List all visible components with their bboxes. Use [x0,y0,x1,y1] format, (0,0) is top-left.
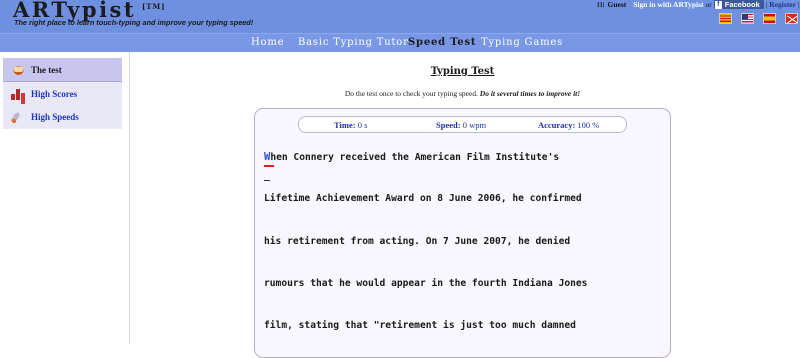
intro-plain: Do the test once to check your typing sp… [344,89,478,98]
typing-line: rumours that he would appear in the four… [264,278,588,289]
facebook-icon: f [714,0,722,9]
facebook-login-button[interactable]: f Facebook [713,0,764,9]
time-value: 0 s [357,120,368,130]
typing-line: When Connery received the American Film … [264,151,559,163]
page-title: Typing Test [430,66,495,77]
site-tagline: The right place to learn touch-typing an… [14,18,254,27]
sidebar-item-label: High Speeds [31,112,79,122]
time-stat: Time: 0 s [334,120,367,130]
nav-speed-test[interactable]: Speed Test [408,37,476,48]
text-caret [264,180,270,181]
facebook-label: Facebook [724,0,760,9]
current-char-underline [264,165,274,167]
nav-basic-typing-tutor[interactable]: Basic Typing Tutor [298,37,409,48]
intro-emphasis: Do it several times to improve it! [479,89,581,98]
typing-line: his retirement from acting. On 7 June 20… [264,236,571,247]
us-flag-icon[interactable] [741,13,754,24]
catalan-flag-icon[interactable] [719,13,732,24]
trademark-mark: [TM] [142,2,166,11]
separator: | [765,0,768,9]
nav-home[interactable]: Home [251,37,284,48]
typing-line: Lifetime Achievement Award on 8 June 200… [264,193,582,204]
accuracy-value: 100 % [577,120,600,130]
or-text: or [705,0,712,9]
speed-stat: Speed: 0 wpm [436,120,486,130]
speed-value: 0 wpm [462,120,487,130]
language-flags [719,13,798,24]
register-link[interactable]: Register [769,0,796,9]
spain-flag-icon[interactable] [763,13,776,24]
sidebar-item-high-speeds[interactable]: High Speeds [3,105,122,129]
typing-line: film, stating that "retirement is just t… [264,320,576,331]
accuracy-label: Accuracy: [538,120,576,130]
stats-bar: Time: 0 s Speed: 0 wpm Accuracy: 100 % [298,116,627,133]
user-name: Guest [607,0,627,9]
intro-text: Do the test once to check your typing sp… [0,89,800,98]
line-text: hen Connery received the American Film I… [270,152,560,163]
time-label: Time: [334,120,356,130]
signin-link[interactable]: Sign in with ARTypist [633,0,703,9]
rocket-icon [11,111,26,123]
nav-typing-games[interactable]: Typing Games [481,37,563,48]
accuracy-stat: Accuracy: 100 % [538,120,599,130]
site-header: ARTypist [TM] The right place to learn t… [0,0,800,33]
separator: | [797,0,800,9]
main-nav: Home Basic Typing Tutor Speed Test Typin… [0,33,800,52]
user-bar: Hi Guest Sign in with ARTypist or f Face… [597,0,800,9]
speed-label: Speed: [436,120,461,130]
basque-flag-icon[interactable] [785,13,798,24]
greeting-text: Hi [597,0,605,9]
